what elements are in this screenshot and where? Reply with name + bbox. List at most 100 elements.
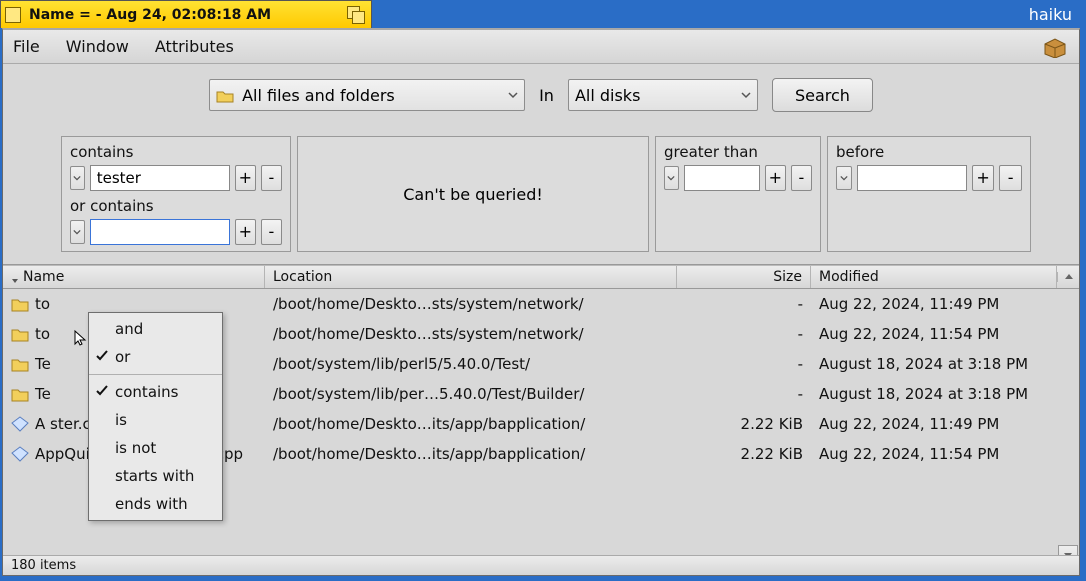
col-location[interactable]: Location <box>265 266 677 288</box>
os-label: haiku <box>1029 5 1086 24</box>
dropdown-label: is not <box>115 439 156 457</box>
table-header: Name Location Size Modified <box>3 265 1079 289</box>
col-modified-label: Modified <box>819 269 879 285</box>
chevron-down-icon <box>508 90 518 100</box>
criteria-panel-1: contains + - or contains + - <box>61 136 291 252</box>
window-close-box[interactable] <box>5 7 21 23</box>
dropdown-label: starts with <box>115 467 194 485</box>
criteria3-value-input[interactable] <box>684 165 760 191</box>
row-name: to <box>35 325 50 343</box>
menu-attributes[interactable]: Attributes <box>155 37 234 56</box>
row-location: /boot/home/Deskto…its/app/bapplication/ <box>265 415 677 433</box>
criteria1-op-dropdown[interactable] <box>70 166 85 190</box>
dropdown-separator <box>89 374 222 375</box>
dropdown-label: ends with <box>115 495 188 513</box>
package-icon[interactable] <box>1041 36 1069 58</box>
dropdown-label: contains <box>115 383 179 401</box>
criteria3-op-dropdown[interactable] <box>664 166 679 190</box>
operator-dropdown-menu: and or contains is is not starts with en… <box>88 312 223 521</box>
row-modified: Aug 22, 2024, 11:49 PM <box>811 415 1057 433</box>
criteria2-value-input[interactable] <box>90 219 230 245</box>
criteria2-add-button[interactable]: + <box>235 219 256 245</box>
dropdown-item-or[interactable]: or <box>89 343 222 371</box>
scroll-up-button[interactable] <box>1057 272 1079 282</box>
row-location: /boot/home/Deskto…sts/system/network/ <box>265 295 677 313</box>
filetype-label: All files and folders <box>242 86 395 105</box>
row-size: - <box>677 385 811 403</box>
filetype-combo[interactable]: All files and folders <box>209 79 525 111</box>
row-modified: August 18, 2024 at 3:18 PM <box>811 385 1057 403</box>
window-title-tab[interactable]: Name = - Aug 24, 02:08:18 AM <box>0 0 372 28</box>
item-count: 180 items <box>11 558 76 573</box>
cursor-icon <box>73 329 91 347</box>
menubar: File Window Attributes <box>3 30 1079 64</box>
row-size: - <box>677 325 811 343</box>
row-modified: August 18, 2024 at 3:18 PM <box>811 355 1057 373</box>
criteria2-op-dropdown[interactable] <box>70 220 85 244</box>
file-icon <box>11 416 29 432</box>
row-size: - <box>677 355 811 373</box>
criteria1-op-label: contains <box>70 143 282 161</box>
col-location-label: Location <box>273 269 332 285</box>
chevron-down-icon <box>741 90 751 100</box>
row-size: 2.22 KiB <box>677 445 811 463</box>
query-controls: All files and folders In All disks Searc… <box>3 64 1079 265</box>
menu-window[interactable]: Window <box>66 37 129 56</box>
disk-combo[interactable]: All disks <box>568 79 758 111</box>
criteria-panel-4: before + - <box>827 136 1031 252</box>
col-name-label: Name <box>23 269 64 285</box>
folder-icon <box>11 296 29 312</box>
col-modified[interactable]: Modified <box>811 266 1057 288</box>
criteria4-op-label: before <box>836 143 1022 161</box>
disk-label: All disks <box>575 86 640 105</box>
find-window: File Window Attributes All files and fol… <box>2 28 1080 576</box>
dropdown-item-contains[interactable]: contains <box>89 378 222 406</box>
menu-file[interactable]: File <box>13 37 40 56</box>
search-button[interactable]: Search <box>772 78 873 112</box>
row-name: Te <box>35 355 51 373</box>
row-location: /boot/system/lib/perl5/5.40.0/Test/ <box>265 355 677 373</box>
dropdown-item-starts-with[interactable]: starts with <box>89 462 222 490</box>
col-name[interactable]: Name <box>3 266 265 288</box>
criteria2-op-label: or contains <box>70 197 282 215</box>
criteria3-add-button[interactable]: + <box>765 165 786 191</box>
criteria1-value-input[interactable] <box>90 165 230 191</box>
folder-icon <box>11 356 29 372</box>
criteria4-remove-button[interactable]: - <box>999 165 1022 191</box>
sort-desc-icon <box>11 273 19 281</box>
window-zoom-icon[interactable] <box>347 6 365 24</box>
dropdown-item-ends-with[interactable]: ends with <box>89 490 222 518</box>
center-message-panel: Can't be queried! <box>297 136 649 252</box>
dropdown-label: or <box>115 348 130 366</box>
status-bar: 180 items <box>3 555 1079 575</box>
row-location: /boot/system/lib/per…5.40.0/Test/Builder… <box>265 385 677 403</box>
dropdown-item-is-not[interactable]: is not <box>89 434 222 462</box>
criteria1-add-button[interactable]: + <box>235 165 256 191</box>
cannot-query-label: Can't be queried! <box>403 185 543 204</box>
row-modified: Aug 22, 2024, 11:49 PM <box>811 295 1057 313</box>
criteria1-remove-button[interactable]: - <box>261 165 282 191</box>
criteria4-add-button[interactable]: + <box>972 165 995 191</box>
dropdown-item-is[interactable]: is <box>89 406 222 434</box>
check-icon <box>95 384 109 398</box>
row-size: - <box>677 295 811 313</box>
folder-icon <box>11 326 29 342</box>
criteria2-remove-button[interactable]: - <box>261 219 282 245</box>
folder-icon <box>216 88 234 102</box>
col-size-label: Size <box>773 269 802 285</box>
row-modified: Aug 22, 2024, 11:54 PM <box>811 445 1057 463</box>
in-label: In <box>539 86 554 105</box>
row-name: Te <box>35 385 51 403</box>
check-icon <box>95 349 109 363</box>
criteria4-value-input[interactable] <box>857 165 967 191</box>
col-size[interactable]: Size <box>677 266 811 288</box>
criteria4-op-dropdown[interactable] <box>836 166 852 190</box>
dropdown-item-and[interactable]: and <box>89 315 222 343</box>
criteria3-remove-button[interactable]: - <box>791 165 812 191</box>
row-modified: Aug 22, 2024, 11:54 PM <box>811 325 1057 343</box>
dropdown-label: and <box>115 320 143 338</box>
file-icon <box>11 446 29 462</box>
row-location: /boot/home/Deskto…its/app/bapplication/ <box>265 445 677 463</box>
window-title: Name = - Aug 24, 02:08:18 AM <box>29 7 271 23</box>
row-name: to <box>35 295 50 313</box>
